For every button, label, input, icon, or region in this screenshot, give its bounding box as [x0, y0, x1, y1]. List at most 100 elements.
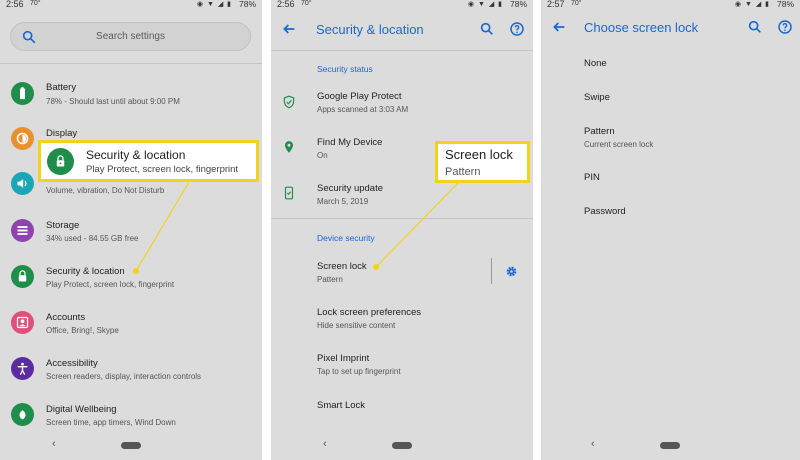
- navigation-bar: ‹: [271, 432, 533, 460]
- divider: [271, 50, 533, 51]
- page-title: Choose screen lock: [584, 20, 699, 35]
- settings-item-title: Storage: [46, 220, 80, 231]
- play-protect-item[interactable]: Google Play Protect Apps scanned at 3:03…: [317, 91, 408, 114]
- settings-item-security-location[interactable]: Security & location Play Protect, screen…: [0, 260, 262, 302]
- help-icon[interactable]: [777, 19, 793, 35]
- pixel-imprint-item[interactable]: Pixel Imprint Tap to set up fingerprint: [317, 353, 401, 376]
- settings-item-title: Digital Wellbeing: [46, 404, 117, 415]
- lock-screen-preferences-item[interactable]: Lock screen preferences Hide sensitive c…: [317, 307, 421, 330]
- lock-icon: [11, 265, 34, 288]
- navigation-bar: ‹: [0, 432, 262, 460]
- option-title: Password: [584, 206, 626, 217]
- battery-icon: [11, 82, 34, 105]
- settings-item-subtitle: Volume, vibration, Do Not Disturb: [46, 186, 165, 195]
- security-update-item[interactable]: Security update March 5, 2019: [317, 183, 383, 206]
- option-title: PIN: [584, 172, 600, 183]
- divider: [491, 258, 492, 284]
- lock-option-swipe[interactable]: Swipe: [584, 92, 610, 103]
- navigation-bar: ‹: [541, 432, 800, 460]
- settings-item-subtitle: 34% used - 84.55 GB free: [46, 234, 139, 243]
- settings-item-title: Security & location: [46, 266, 125, 277]
- settings-item-title: Accounts: [46, 312, 86, 323]
- home-nav-icon[interactable]: [660, 442, 680, 449]
- shield-check-icon: [283, 95, 295, 109]
- choose-screen-lock-screen: 2:57 70° ◉ ▼ ◢ ▮ 78% Choose screen lock …: [541, 0, 800, 460]
- lock-option-none[interactable]: None: [584, 58, 607, 69]
- section-header-device: Device security: [317, 233, 375, 243]
- status-bar: 2:56 70° ◉ ▼ ◢ ▮ 78%: [0, 0, 262, 10]
- item-subtitle: Apps scanned at 3:03 AM: [317, 105, 409, 114]
- status-weather: 70°: [30, 0, 41, 7]
- callout-security-location: Security & location Play Protect, screen…: [38, 140, 259, 182]
- divider: [0, 63, 262, 64]
- display-icon: [11, 127, 34, 150]
- option-title: None: [584, 58, 607, 69]
- status-weather: 70°: [301, 0, 312, 7]
- item-subtitle: Pattern: [317, 275, 343, 284]
- settings-item-subtitle: Office, Bring!, Skype: [46, 326, 119, 335]
- home-nav-icon[interactable]: [121, 442, 141, 449]
- accessibility-icon: [11, 357, 34, 380]
- lock-option-pin[interactable]: PIN: [584, 172, 600, 183]
- status-time: 2:56: [277, 0, 295, 9]
- screen-lock-item[interactable]: Screen lock Pattern: [317, 261, 367, 284]
- search-settings-bar[interactable]: Search settings: [10, 22, 251, 51]
- item-subtitle: On: [317, 151, 328, 160]
- option-title: Pattern: [584, 126, 615, 137]
- settings-item-title: Display: [46, 128, 78, 139]
- status-icons: ◉ ▼ ◢ ▮: [467, 1, 503, 8]
- page-title: Security & location: [316, 22, 424, 37]
- lock-icon: [47, 148, 74, 175]
- back-arrow-icon[interactable]: [281, 21, 297, 37]
- back-nav-icon[interactable]: ‹: [323, 438, 327, 450]
- search-icon[interactable]: [479, 21, 495, 37]
- search-icon[interactable]: [747, 19, 763, 35]
- item-title: Smart Lock: [317, 400, 366, 411]
- settings-item-title: Accessibility: [46, 358, 98, 369]
- item-title: Pixel Imprint: [317, 353, 370, 364]
- status-icons: ◉ ▼ ◢ ▮: [734, 1, 770, 8]
- settings-item-accounts[interactable]: Accounts Office, Bring!, Skype: [0, 306, 262, 348]
- settings-item-subtitle: Screen readers, display, interaction con…: [46, 372, 202, 381]
- status-weather: 70°: [571, 0, 582, 7]
- callout-anchor-dot: [133, 268, 139, 274]
- lock-option-password[interactable]: Password: [584, 206, 626, 217]
- home-nav-icon[interactable]: [392, 442, 412, 449]
- settings-item-accessibility[interactable]: Accessibility Screen readers, display, i…: [0, 352, 262, 394]
- item-title: Lock screen preferences: [317, 307, 422, 318]
- back-arrow-icon[interactable]: [551, 19, 567, 35]
- location-pin-icon: [284, 141, 294, 153]
- settings-item-subtitle: Play Protect, screen lock, fingerprint: [46, 280, 175, 289]
- status-time: 2:56: [6, 0, 24, 9]
- settings-item-battery[interactable]: Battery 78% - Should last until about 9:…: [0, 76, 262, 118]
- status-icons: ◉ ▼ ◢ ▮: [196, 1, 232, 8]
- app-bar: Choose screen lock: [541, 8, 800, 46]
- section-header-status: Security status: [317, 64, 373, 74]
- find-my-device-item[interactable]: Find My Device On: [317, 137, 382, 160]
- status-bar: 2:56 70° ◉ ▼ ◢ ▮ 78%: [271, 0, 533, 10]
- smart-lock-item[interactable]: Smart Lock: [317, 400, 365, 411]
- item-title: Find My Device: [317, 137, 383, 148]
- back-nav-icon[interactable]: ‹: [591, 438, 595, 450]
- callout-screen-lock: Screen lock Pattern: [435, 141, 530, 183]
- option-subtitle: Current screen lock: [584, 140, 654, 149]
- settings-item-subtitle: Screen time, app timers, Wind Down: [46, 418, 176, 427]
- settings-item-subtitle: 78% - Should last until about 9:00 PM: [46, 97, 180, 106]
- option-title: Swipe: [584, 92, 610, 103]
- lock-option-pattern[interactable]: Pattern Current screen lock: [584, 126, 653, 149]
- help-icon[interactable]: [509, 21, 525, 37]
- app-bar: Security & location: [271, 10, 533, 48]
- status-battery: 78%: [238, 0, 256, 9]
- callout-title: Screen lock: [445, 147, 513, 162]
- item-subtitle: March 5, 2019: [317, 197, 369, 206]
- search-placeholder: Search settings: [96, 31, 165, 42]
- item-title: Security update: [317, 183, 384, 194]
- callout-subtitle: Play Protect, screen lock, fingerprint: [86, 164, 239, 175]
- gear-icon[interactable]: [504, 264, 519, 279]
- settings-item-storage[interactable]: Storage 34% used - 84.55 GB free: [0, 214, 262, 256]
- wellbeing-icon: [11, 403, 34, 426]
- callout-anchor-dot: [373, 264, 379, 270]
- back-nav-icon[interactable]: ‹: [52, 438, 56, 450]
- item-title: Screen lock: [317, 261, 367, 272]
- phone-update-icon: [284, 186, 294, 200]
